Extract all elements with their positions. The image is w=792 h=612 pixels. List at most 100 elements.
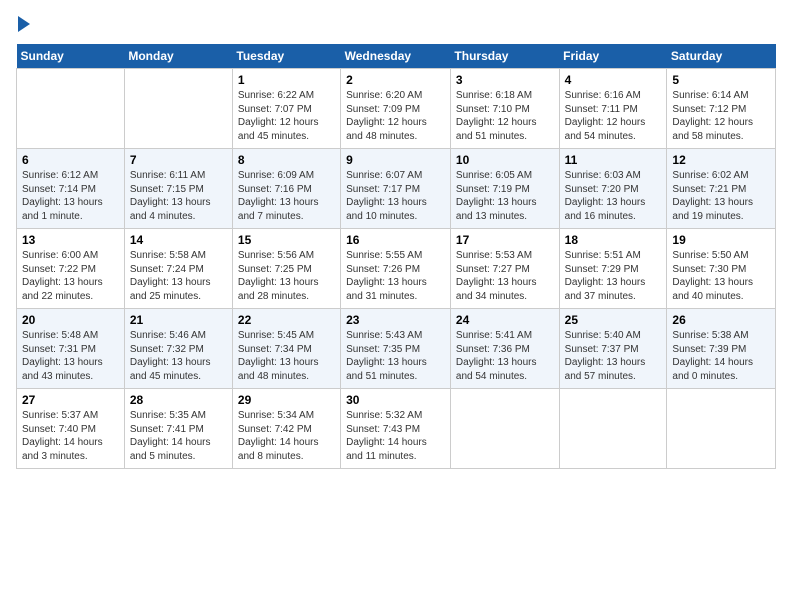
day-number: 2 xyxy=(346,73,445,87)
calendar-week-row: 6 Sunrise: 6:12 AM Sunset: 7:14 PM Daylig… xyxy=(17,149,776,229)
calendar-cell: 27 Sunrise: 5:37 AM Sunset: 7:40 PM Dayli… xyxy=(17,389,125,469)
day-number: 4 xyxy=(565,73,662,87)
calendar-cell: 12 Sunrise: 6:02 AM Sunset: 7:21 PM Dayli… xyxy=(667,149,776,229)
day-number: 10 xyxy=(456,153,554,167)
day-number: 11 xyxy=(565,153,662,167)
day-number: 18 xyxy=(565,233,662,247)
day-info: Sunrise: 5:46 AM Sunset: 7:32 PM Dayligh… xyxy=(130,329,227,383)
day-number: 29 xyxy=(238,393,335,407)
day-info: Sunrise: 5:50 AM Sunset: 7:30 PM Dayligh… xyxy=(672,249,770,303)
day-info: Sunrise: 5:45 AM Sunset: 7:34 PM Dayligh… xyxy=(238,329,335,383)
day-number: 21 xyxy=(130,313,227,327)
day-info: Sunrise: 6:18 AM Sunset: 7:10 PM Dayligh… xyxy=(456,89,554,143)
day-number: 19 xyxy=(672,233,770,247)
day-info: Sunrise: 5:35 AM Sunset: 7:41 PM Dayligh… xyxy=(130,409,227,463)
day-info: Sunrise: 6:00 AM Sunset: 7:22 PM Dayligh… xyxy=(22,249,119,303)
day-number: 12 xyxy=(672,153,770,167)
day-info: Sunrise: 5:56 AM Sunset: 7:25 PM Dayligh… xyxy=(238,249,335,303)
calendar-cell: 26 Sunrise: 5:38 AM Sunset: 7:39 PM Dayli… xyxy=(667,309,776,389)
calendar-cell: 9Sunrise: 6:07 AM Sunset: 7:17 PM Daylig… xyxy=(341,149,451,229)
calendar-cell: 1 Sunrise: 6:22 AM Sunset: 7:07 PM Daylig… xyxy=(232,69,340,149)
calendar-cell: 30 Sunrise: 5:32 AM Sunset: 7:43 PM Dayli… xyxy=(341,389,451,469)
day-number: 5 xyxy=(672,73,770,87)
calendar-cell xyxy=(450,389,559,469)
day-number: 28 xyxy=(130,393,227,407)
day-number: 25 xyxy=(565,313,662,327)
calendar-cell: 19 Sunrise: 5:50 AM Sunset: 7:30 PM Dayli… xyxy=(667,229,776,309)
day-info: Sunrise: 5:51 AM Sunset: 7:29 PM Dayligh… xyxy=(565,249,662,303)
day-number: 14 xyxy=(130,233,227,247)
day-number: 23 xyxy=(346,313,445,327)
calendar-cell: 6 Sunrise: 6:12 AM Sunset: 7:14 PM Daylig… xyxy=(17,149,125,229)
day-info: Sunrise: 5:53 AM Sunset: 7:27 PM Dayligh… xyxy=(456,249,554,303)
day-info: Sunrise: 5:58 AM Sunset: 7:24 PM Dayligh… xyxy=(130,249,227,303)
calendar-cell xyxy=(124,69,232,149)
day-number: 7 xyxy=(130,153,227,167)
day-info: Sunrise: 5:40 AM Sunset: 7:37 PM Dayligh… xyxy=(565,329,662,383)
day-info: Sunrise: 5:41 AM Sunset: 7:36 PM Dayligh… xyxy=(456,329,554,383)
day-info: Sunrise: 6:03 AM Sunset: 7:20 PM Dayligh… xyxy=(565,169,662,223)
day-number: 8 xyxy=(238,153,335,167)
day-info: Sunrise: 6:07 AM Sunset: 7:17 PM Dayligh… xyxy=(346,169,445,223)
day-number: 20 xyxy=(22,313,119,327)
calendar-cell: 20 Sunrise: 5:48 AM Sunset: 7:31 PM Dayli… xyxy=(17,309,125,389)
calendar-header-row: SundayMondayTuesdayWednesdayThursdayFrid… xyxy=(17,44,776,69)
calendar-table: SundayMondayTuesdayWednesdayThursdayFrid… xyxy=(16,44,776,469)
day-info: Sunrise: 5:43 AM Sunset: 7:35 PM Dayligh… xyxy=(346,329,445,383)
header-sunday: Sunday xyxy=(17,44,125,69)
calendar-cell: 4 Sunrise: 6:16 AM Sunset: 7:11 PM Daylig… xyxy=(559,69,667,149)
day-info: Sunrise: 5:48 AM Sunset: 7:31 PM Dayligh… xyxy=(22,329,119,383)
day-info: Sunrise: 5:34 AM Sunset: 7:42 PM Dayligh… xyxy=(238,409,335,463)
calendar-cell: 11 Sunrise: 6:03 AM Sunset: 7:20 PM Dayli… xyxy=(559,149,667,229)
day-info: Sunrise: 6:02 AM Sunset: 7:21 PM Dayligh… xyxy=(672,169,770,223)
calendar-week-row: 27 Sunrise: 5:37 AM Sunset: 7:40 PM Dayli… xyxy=(17,389,776,469)
day-info: Sunrise: 6:20 AM Sunset: 7:09 PM Dayligh… xyxy=(346,89,445,143)
calendar-cell: 5 Sunrise: 6:14 AM Sunset: 7:12 PM Daylig… xyxy=(667,69,776,149)
day-info: Sunrise: 6:14 AM Sunset: 7:12 PM Dayligh… xyxy=(672,89,770,143)
calendar-cell: 7Sunrise: 6:11 AM Sunset: 7:15 PM Daylig… xyxy=(124,149,232,229)
calendar-cell: 10 Sunrise: 6:05 AM Sunset: 7:19 PM Dayli… xyxy=(450,149,559,229)
day-info: Sunrise: 5:38 AM Sunset: 7:39 PM Dayligh… xyxy=(672,329,770,383)
page-header xyxy=(16,16,776,32)
header-saturday: Saturday xyxy=(667,44,776,69)
header-friday: Friday xyxy=(559,44,667,69)
day-number: 15 xyxy=(238,233,335,247)
calendar-cell: 13 Sunrise: 6:00 AM Sunset: 7:22 PM Dayli… xyxy=(17,229,125,309)
day-info: Sunrise: 6:05 AM Sunset: 7:19 PM Dayligh… xyxy=(456,169,554,223)
day-info: Sunrise: 5:37 AM Sunset: 7:40 PM Dayligh… xyxy=(22,409,119,463)
day-info: Sunrise: 6:16 AM Sunset: 7:11 PM Dayligh… xyxy=(565,89,662,143)
calendar-cell: 28 Sunrise: 5:35 AM Sunset: 7:41 PM Dayli… xyxy=(124,389,232,469)
header-wednesday: Wednesday xyxy=(341,44,451,69)
day-number: 13 xyxy=(22,233,119,247)
day-info: Sunrise: 6:12 AM Sunset: 7:14 PM Dayligh… xyxy=(22,169,119,223)
calendar-cell: 18 Sunrise: 5:51 AM Sunset: 7:29 PM Dayli… xyxy=(559,229,667,309)
header-thursday: Thursday xyxy=(450,44,559,69)
day-info: Sunrise: 5:32 AM Sunset: 7:43 PM Dayligh… xyxy=(346,409,445,463)
day-number: 3 xyxy=(456,73,554,87)
day-number: 27 xyxy=(22,393,119,407)
calendar-cell: 24Sunrise: 5:41 AM Sunset: 7:36 PM Dayli… xyxy=(450,309,559,389)
calendar-week-row: 13 Sunrise: 6:00 AM Sunset: 7:22 PM Dayli… xyxy=(17,229,776,309)
calendar-cell: 8 Sunrise: 6:09 AM Sunset: 7:16 PM Daylig… xyxy=(232,149,340,229)
day-info: Sunrise: 6:22 AM Sunset: 7:07 PM Dayligh… xyxy=(238,89,335,143)
calendar-cell: 2 Sunrise: 6:20 AM Sunset: 7:09 PM Daylig… xyxy=(341,69,451,149)
calendar-cell: 29 Sunrise: 5:34 AM Sunset: 7:42 PM Dayli… xyxy=(232,389,340,469)
calendar-cell xyxy=(17,69,125,149)
day-number: 6 xyxy=(22,153,119,167)
day-number: 1 xyxy=(238,73,335,87)
logo-arrow-icon xyxy=(18,16,30,32)
calendar-week-row: 1 Sunrise: 6:22 AM Sunset: 7:07 PM Daylig… xyxy=(17,69,776,149)
calendar-cell: 25 Sunrise: 5:40 AM Sunset: 7:37 PM Dayli… xyxy=(559,309,667,389)
day-number: 22 xyxy=(238,313,335,327)
day-number: 26 xyxy=(672,313,770,327)
day-info: Sunrise: 5:55 AM Sunset: 7:26 PM Dayligh… xyxy=(346,249,445,303)
day-number: 30 xyxy=(346,393,445,407)
calendar-cell xyxy=(559,389,667,469)
header-monday: Monday xyxy=(124,44,232,69)
day-info: Sunrise: 6:09 AM Sunset: 7:16 PM Dayligh… xyxy=(238,169,335,223)
calendar-cell: 16 Sunrise: 5:55 AM Sunset: 7:26 PM Dayli… xyxy=(341,229,451,309)
day-number: 16 xyxy=(346,233,445,247)
calendar-cell: 14 Sunrise: 5:58 AM Sunset: 7:24 PM Dayli… xyxy=(124,229,232,309)
calendar-cell: 22 Sunrise: 5:45 AM Sunset: 7:34 PM Dayli… xyxy=(232,309,340,389)
calendar-week-row: 20 Sunrise: 5:48 AM Sunset: 7:31 PM Dayli… xyxy=(17,309,776,389)
